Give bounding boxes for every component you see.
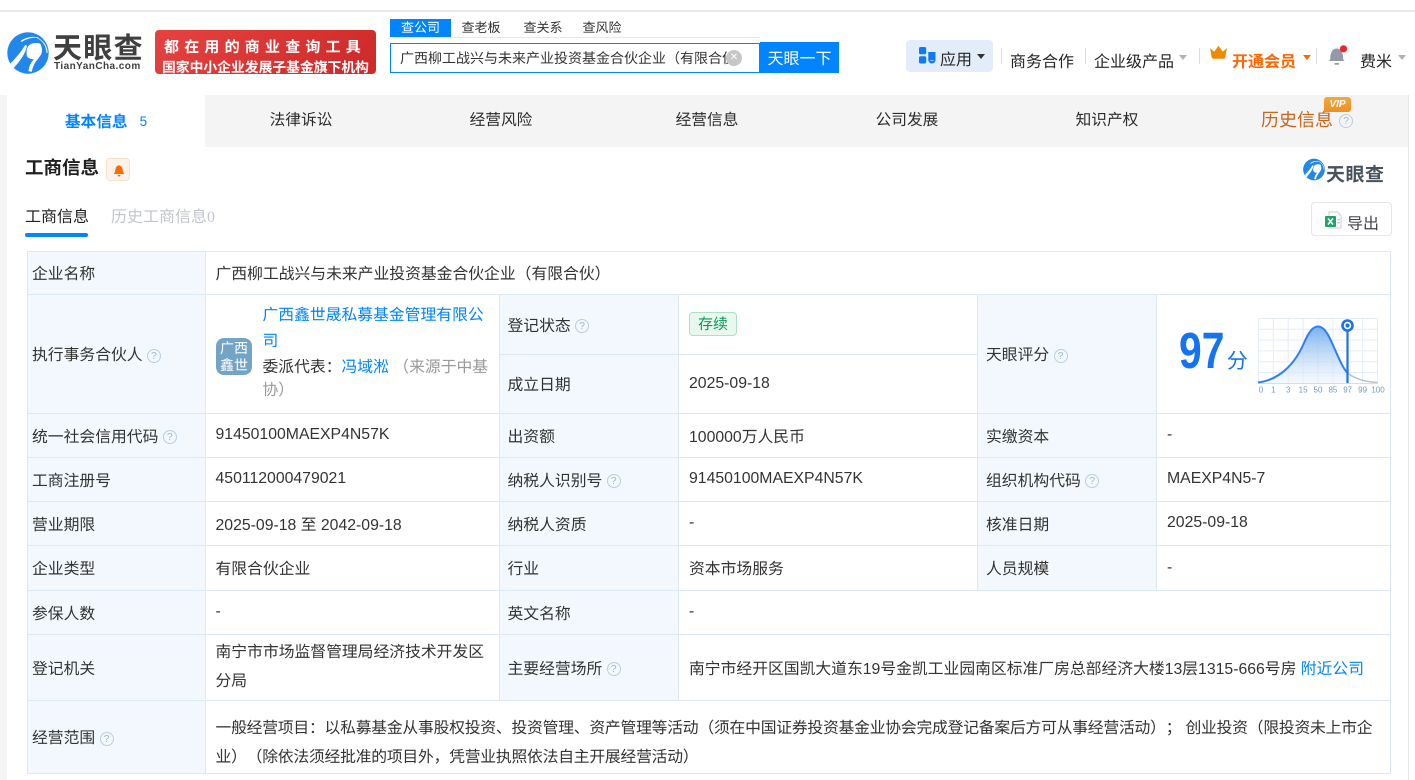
svg-text:97: 97: [1343, 385, 1352, 394]
svg-text:100: 100: [1371, 385, 1385, 394]
svg-text:0: 0: [1259, 385, 1264, 394]
svg-text:3: 3: [1286, 385, 1291, 394]
svg-text:1: 1: [1271, 385, 1276, 394]
svg-text:15: 15: [1299, 385, 1308, 394]
svg-text:99: 99: [1358, 385, 1367, 394]
svg-text:85: 85: [1328, 385, 1337, 394]
svg-text:50: 50: [1314, 385, 1323, 394]
